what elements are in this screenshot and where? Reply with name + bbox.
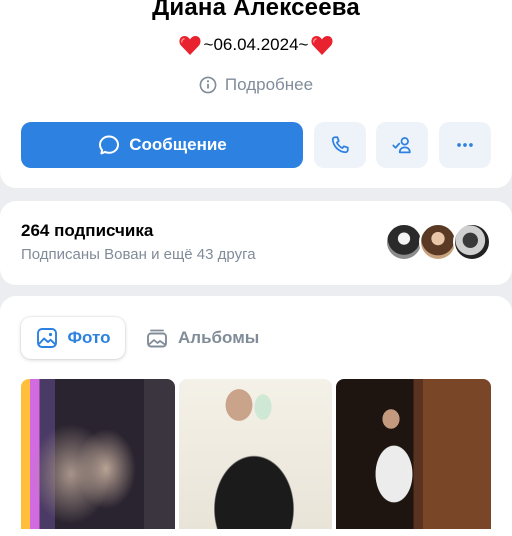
mutual-followers-text: Подписаны Вован и ещё 43 друга	[21, 246, 256, 263]
tab-albums[interactable]: Альбомы	[146, 317, 259, 359]
photo-icon	[36, 328, 57, 348]
more-horizontal-icon	[457, 143, 473, 147]
heart-icon	[311, 36, 334, 55]
status-text: ~06.04.2024~	[203, 35, 309, 54]
photo-thumbnail[interactable]	[336, 379, 491, 529]
followers-card[interactable]: 264 подписчика Подписаны Вован и ещё 43 …	[0, 201, 512, 285]
message-button-label: Сообщение	[129, 135, 227, 154]
more-info-link[interactable]: Подробнее	[0, 75, 512, 95]
message-bubble-icon	[99, 135, 120, 155]
profile-name: Диана Алексеева	[152, 0, 360, 21]
call-button[interactable]	[314, 122, 366, 168]
profile-status: ~06.04.2024~	[0, 34, 512, 56]
avatar	[385, 223, 423, 261]
photos-card: Фото Альбомы	[0, 296, 512, 536]
profile-header-card: Диана Алексеева ~06.04.2024~ Подробнее С…	[0, 0, 512, 188]
heart-icon	[178, 36, 201, 55]
friend-added-icon	[392, 137, 411, 154]
follower-avatars[interactable]	[385, 223, 493, 261]
tab-albums-label: Альбомы	[178, 328, 260, 347]
friend-status-button[interactable]	[376, 122, 428, 168]
avatar	[453, 223, 491, 261]
tab-photos-label: Фото	[67, 328, 111, 347]
followers-count: 264 подписчика	[21, 221, 154, 240]
avatar	[419, 223, 457, 261]
phone-icon	[331, 136, 349, 154]
info-icon	[199, 76, 217, 94]
photo-thumbnail[interactable]	[21, 379, 175, 529]
message-button[interactable]: Сообщение	[21, 122, 303, 168]
photo-thumbnail[interactable]	[179, 379, 332, 529]
more-info-label: Подробнее	[224, 75, 314, 94]
albums-icon	[147, 329, 167, 348]
more-actions-button[interactable]	[439, 122, 491, 168]
tab-photos[interactable]: Фото	[21, 317, 125, 359]
